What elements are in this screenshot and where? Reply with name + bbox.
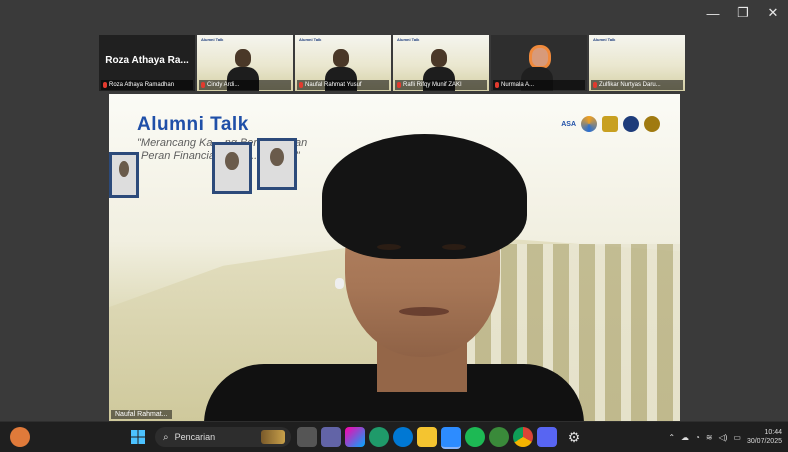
main-speaker-video[interactable]: Alumni Talk "Merancang Ka... ng Berkelan… [109,94,680,421]
discord-icon[interactable] [537,427,557,447]
chevron-up-icon[interactable]: ⌃ [668,433,675,442]
windows-logo-icon [131,430,145,444]
mic-muted-icon [397,82,401,88]
file-explorer-icon[interactable] [417,427,437,447]
portrait-photo [109,152,139,198]
participant-label: Zulfikar Nurtyas Daru... [591,80,683,90]
participant-strip: Roza Athaya Ra... Roza Athaya Ramadhan A… [99,35,689,91]
participant-tile[interactable]: Nurmala A... [491,35,587,91]
copilot-icon[interactable] [345,427,365,447]
mini-slide-title: Alumni Talk [397,37,420,42]
chrome-icon[interactable] [513,427,533,447]
participant-label: Nurmala A... [493,80,585,90]
participant-avatar [529,45,551,69]
participant-tile[interactable]: Alumni Talk Rafli Rifqy Munif ZAKI [393,35,489,91]
university-logo-icon [623,116,639,132]
speaker-eye [442,244,466,250]
window-controls: — ❐ ✕ [698,0,788,26]
spotify-icon[interactable] [465,427,485,447]
speaker-eye [377,244,401,250]
clock[interactable]: 10:44 30/07/2025 [747,428,782,446]
speaker-hair [322,134,527,259]
teams-icon[interactable] [321,427,341,447]
emblem-logo-icon [644,116,660,132]
settings-gear-icon[interactable]: ⚙ [564,427,584,447]
taskbar-search[interactable]: ⌕ Pencarian [155,427,291,447]
search-icon: ⌕ [163,431,169,443]
mini-slide-title: Alumni Talk [201,37,224,42]
clock-date: 30/07/2025 [746,438,782,445]
mini-slide-title: Alumni Talk [593,37,616,42]
battery-icon[interactable]: ▭ [733,433,741,442]
participant-avatar [235,49,251,67]
participant-tile[interactable]: Alumni Talk Cindy Ardi... [197,35,293,91]
wifi-icon[interactable]: ≋ [706,433,713,442]
mic-muted-icon [201,82,205,88]
participant-avatar [333,49,349,67]
volume-icon[interactable]: ◁) [719,433,728,442]
close-button[interactable]: ✕ [758,0,788,26]
search-highlight-image [261,430,285,444]
seal-logo-icon [602,116,618,132]
mic-muted-icon [593,82,597,88]
clock-time: 10:44 [764,429,782,436]
participant-label: Cindy Ardi... [199,80,291,90]
widgets-icon[interactable] [10,427,30,447]
mic-muted-icon [495,82,499,88]
maximize-button[interactable]: ❐ [728,0,758,26]
portrait-photo [212,142,252,194]
participant-avatar [431,49,447,67]
taskbar: ⌕ Pencarian ⚙ ⌃ ☁ ◔ ≋ ◁) ▭ 10:44 30/07/2… [0,421,788,452]
app-icon[interactable] [489,427,509,447]
participant-name: Roza Athaya Ra... [105,55,189,66]
portrait-photo [257,138,297,190]
participant-label: Rafli Rifqy Munif ZAKI [395,80,487,90]
mini-slide-title: Alumni Talk [299,37,322,42]
system-tray: ⌃ ☁ ◔ ≋ ◁) ▭ 10:44 30/07/2025 [668,422,782,452]
speaker-mouth [399,307,449,316]
speaker-name-label: Naufal Rahmat... [111,410,172,419]
start-button[interactable] [128,427,148,447]
network-icon[interactable]: ◔ [695,433,700,442]
participant-label: Naufal Rahmat Yusuf [297,80,389,90]
participant-tile[interactable]: Alumni Talk Naufal Rahmat Yusuf [295,35,391,91]
browser-icon[interactable] [393,427,413,447]
earbud [335,278,344,289]
participant-tile[interactable]: Roza Athaya Ra... Roza Athaya Ramadhan [99,35,195,91]
minimize-button[interactable]: — [698,0,728,26]
slide-title: Alumni Talk [137,114,249,135]
asa-logo: ASA [561,120,576,128]
task-view-icon[interactable] [297,427,317,447]
search-placeholder: Pencarian [174,432,216,442]
mic-muted-icon [299,82,303,88]
cloud-icon[interactable]: ☁ [681,433,689,442]
participant-label: Roza Athaya Ramadhan [101,80,193,90]
zoom-icon[interactable] [441,427,461,449]
ring-logo-icon [581,116,597,132]
participant-tile[interactable]: Alumni Talk Zulfikar Nurtyas Daru... [589,35,685,91]
sponsor-logos: ASA [561,116,660,132]
edge-icon[interactable] [369,427,389,447]
mic-muted-icon [103,82,107,88]
